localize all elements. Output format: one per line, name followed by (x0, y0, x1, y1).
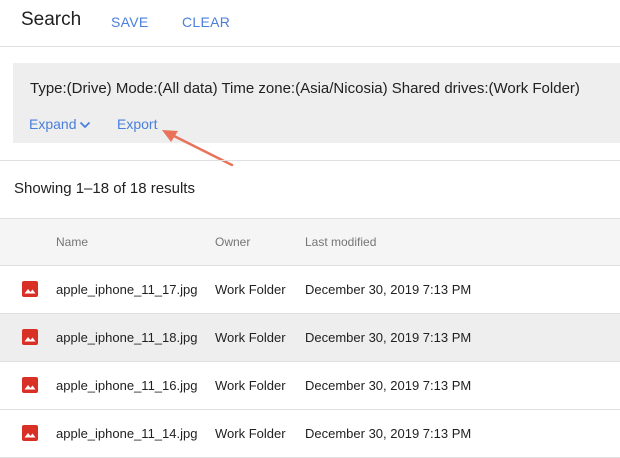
save-button[interactable]: SAVE (111, 14, 149, 30)
image-file-icon (22, 329, 38, 345)
clear-button[interactable]: CLEAR (182, 14, 230, 30)
chevron-down-icon (80, 122, 91, 129)
image-file-icon (22, 425, 38, 441)
file-owner: Work Folder (215, 426, 286, 441)
column-header-last-modified[interactable]: Last modified (305, 235, 376, 249)
filter-panel: Type:(Drive) Mode:(All data) Time zone:(… (13, 63, 620, 143)
file-modified: December 30, 2019 7:13 PM (305, 330, 472, 345)
file-owner: Work Folder (215, 282, 286, 297)
expand-label: Expand (29, 116, 77, 132)
filter-summary: Type:(Drive) Mode:(All data) Time zone:(… (30, 80, 580, 97)
table-row[interactable]: apple_iphone_11_17.jpg Work Folder Decem… (0, 266, 620, 314)
column-header-name[interactable]: Name (56, 235, 88, 249)
table-row[interactable]: apple_iphone_11_14.jpg Work Folder Decem… (0, 410, 620, 458)
file-name[interactable]: apple_iphone_11_14.jpg (56, 426, 197, 441)
file-modified: December 30, 2019 7:13 PM (305, 378, 472, 393)
image-file-icon (22, 281, 38, 297)
file-name[interactable]: apple_iphone_11_18.jpg (56, 330, 197, 345)
results-count: Showing 1–18 of 18 results (14, 180, 195, 197)
table-header: Name Owner Last modified (0, 218, 620, 266)
expand-button[interactable]: Expand (29, 116, 91, 132)
column-header-owner[interactable]: Owner (215, 235, 250, 249)
file-modified: December 30, 2019 7:13 PM (305, 426, 472, 441)
divider (0, 160, 620, 161)
file-name[interactable]: apple_iphone_11_16.jpg (56, 378, 197, 393)
file-modified: December 30, 2019 7:13 PM (305, 282, 472, 297)
export-button[interactable]: Export (117, 116, 157, 132)
search-header: Search SAVE CLEAR (0, 0, 620, 47)
table-row[interactable]: apple_iphone_11_16.jpg Work Folder Decem… (0, 362, 620, 410)
file-owner: Work Folder (215, 330, 286, 345)
image-file-icon (22, 377, 38, 393)
page-title: Search (21, 9, 82, 30)
file-owner: Work Folder (215, 378, 286, 393)
table-row[interactable]: apple_iphone_11_18.jpg Work Folder Decem… (0, 314, 620, 362)
file-name[interactable]: apple_iphone_11_17.jpg (56, 282, 197, 297)
